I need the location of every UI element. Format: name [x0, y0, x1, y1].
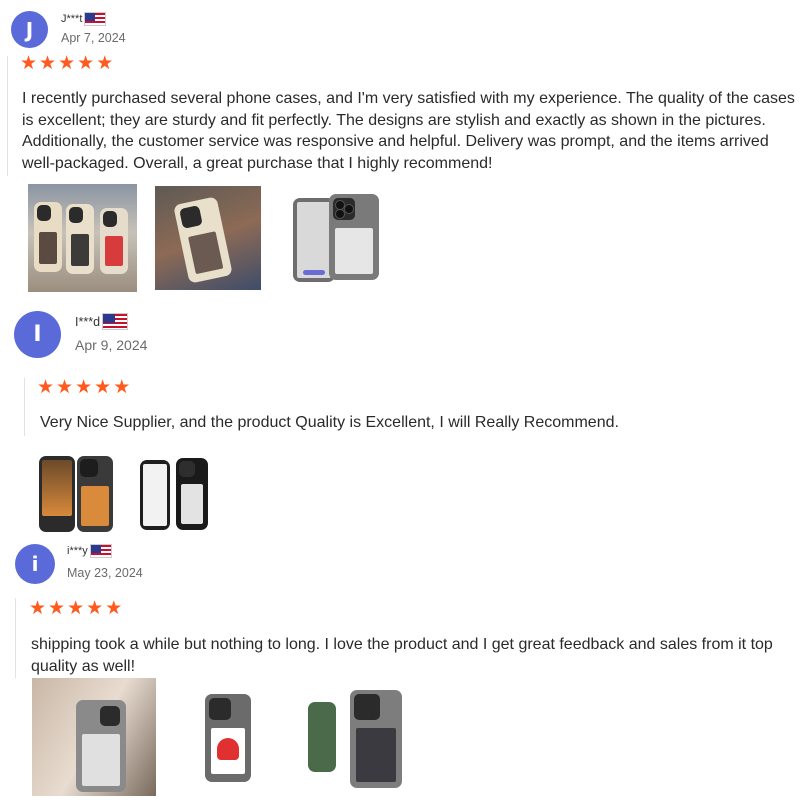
star-rating: ★ ★ ★ ★ ★ [37, 376, 131, 398]
review-divider [15, 598, 16, 678]
review-photo[interactable] [285, 188, 395, 288]
review-divider [7, 56, 8, 176]
review-item: I I***d Apr 9, 2024 ★ ★ ★ ★ ★ Very Nice Supp… [0, 300, 800, 540]
star-icon: ★ [37, 376, 55, 398]
us-flag-icon [102, 313, 129, 330]
review-item: J J***t Apr 7, 2024 ★ ★ ★ ★ ★ I recently pur… [0, 0, 800, 300]
avatar[interactable]: I [14, 311, 61, 358]
review-date: Apr 7, 2024 [61, 31, 126, 45]
star-icon: ★ [58, 52, 76, 74]
us-flag-icon [84, 12, 107, 26]
review-photo[interactable] [32, 678, 156, 796]
reviewer-name: I***d [75, 313, 129, 330]
star-icon: ★ [67, 597, 85, 619]
us-flag-icon [89, 544, 112, 558]
star-icon: ★ [56, 376, 74, 398]
review-photo[interactable] [138, 456, 212, 534]
review-date: May 23, 2024 [67, 566, 143, 580]
review-photo[interactable] [37, 452, 115, 534]
star-rating: ★ ★ ★ ★ ★ [29, 597, 123, 619]
review-date: Apr 9, 2024 [75, 337, 148, 353]
star-icon: ★ [86, 597, 104, 619]
review-photo[interactable] [298, 688, 404, 790]
star-icon: ★ [48, 597, 66, 619]
reviewer-name: J***t [61, 12, 107, 26]
review-photo[interactable] [28, 184, 137, 292]
star-icon: ★ [94, 376, 112, 398]
star-icon: ★ [29, 597, 47, 619]
reviewer-username: J***t [61, 13, 83, 25]
review-text: shipping took a while but nothing to lon… [31, 636, 773, 675]
avatar-letter: J [25, 17, 34, 42]
review-item: i i***y May 23, 2024 ★ ★ ★ ★ ★ shipping took… [0, 540, 800, 800]
review-text: I recently purchased several phone cases… [22, 90, 795, 172]
star-rating: ★ ★ ★ ★ ★ [20, 52, 114, 74]
star-icon: ★ [105, 597, 123, 619]
review-photo[interactable] [203, 692, 253, 784]
star-icon: ★ [96, 52, 114, 74]
reviewer-name: i***y [67, 544, 112, 558]
reviewer-username: I***d [75, 314, 101, 329]
review-divider [24, 378, 25, 436]
star-icon: ★ [20, 52, 38, 74]
star-icon: ★ [75, 376, 93, 398]
avatar-letter: I [33, 322, 42, 347]
review-photo[interactable] [155, 186, 261, 290]
avatar-letter: i [31, 552, 39, 576]
avatar[interactable]: i [15, 544, 55, 584]
star-icon: ★ [113, 376, 131, 398]
review-text: Very Nice Supplier, and the product Qual… [40, 414, 619, 431]
avatar[interactable]: J [11, 11, 48, 48]
star-icon: ★ [77, 52, 95, 74]
reviewer-username: i***y [67, 545, 88, 557]
star-icon: ★ [39, 52, 57, 74]
